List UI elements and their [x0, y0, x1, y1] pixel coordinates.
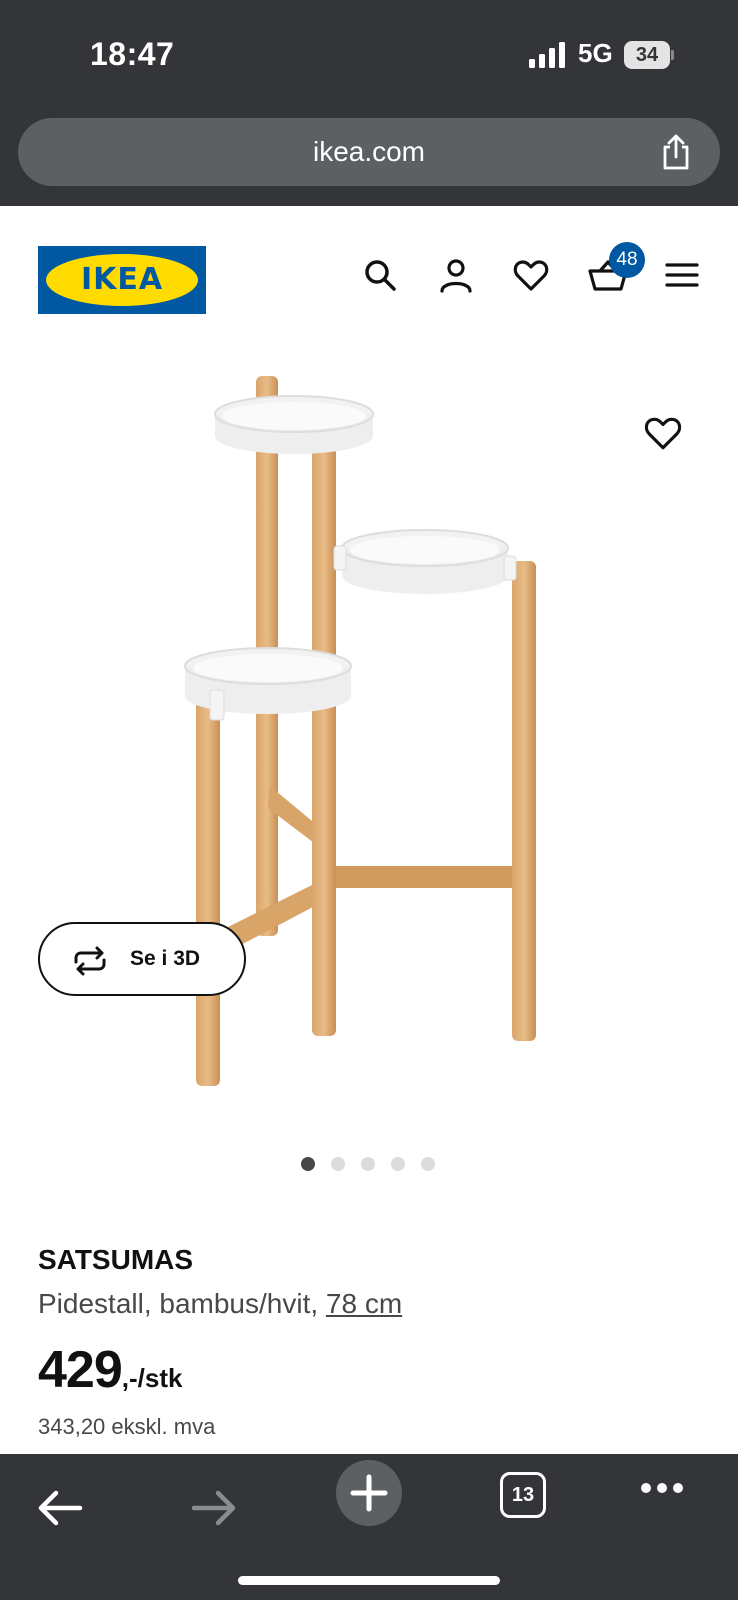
- battery-icon: 34: [624, 41, 674, 69]
- carousel-dot[interactable]: [331, 1157, 345, 1171]
- share-icon[interactable]: [656, 132, 696, 172]
- browser-address-area: ikea.com: [0, 110, 738, 206]
- rotate-3d-icon: [74, 946, 106, 976]
- carousel-dot[interactable]: [391, 1157, 405, 1171]
- view-in-3d-button[interactable]: Se i 3D: [38, 922, 246, 996]
- more-options-icon[interactable]: [636, 1478, 696, 1538]
- browser-toolbar: 13: [0, 1454, 738, 1600]
- product-size-link[interactable]: 78 cm: [326, 1288, 402, 1319]
- address-bar[interactable]: ikea.com: [18, 118, 720, 186]
- product-gallery[interactable]: Se i 3D: [0, 336, 738, 1156]
- heart-icon[interactable]: [513, 257, 549, 293]
- carousel-dot[interactable]: [301, 1157, 315, 1171]
- site-header: IKEA 48: [0, 206, 738, 336]
- cart-count-badge: 48: [609, 242, 645, 278]
- network-type: 5G: [578, 38, 613, 68]
- status-time: 18:47: [90, 36, 175, 72]
- product-name: SATSUMAS: [38, 1244, 194, 1275]
- product-type: Pidestall, bambus/hvit,: [38, 1288, 319, 1319]
- account-icon[interactable]: [438, 257, 474, 293]
- price-value: 429: [38, 1341, 123, 1399]
- view-in-3d-label: Se i 3D: [130, 947, 201, 970]
- status-bar: 18:47 5G 34: [0, 0, 738, 110]
- price-excl-vat: 343,20 ekskl. mva: [38, 1414, 216, 1439]
- ikea-logo[interactable]: IKEA: [38, 246, 206, 314]
- plus-icon: [350, 1474, 388, 1512]
- carousel-dot[interactable]: [361, 1157, 375, 1171]
- carousel-dot[interactable]: [421, 1157, 435, 1171]
- signal-icon: [529, 42, 565, 68]
- new-tab-button[interactable]: [336, 1460, 402, 1526]
- product-description: Pidestall, bambus/hvit, 78 cm: [38, 1288, 402, 1320]
- price-unit: ,-/stk: [121, 1363, 183, 1393]
- forward-arrow-icon[interactable]: [184, 1478, 244, 1538]
- product-price: 429,-/stk: [38, 1340, 182, 1400]
- carousel-indicator: [301, 1157, 441, 1171]
- back-arrow-icon[interactable]: [30, 1478, 90, 1538]
- logo-text: IKEA: [80, 262, 164, 297]
- tabs-button[interactable]: 13: [500, 1472, 546, 1518]
- add-to-favourites-icon[interactable]: [644, 414, 682, 452]
- home-indicator: [238, 1576, 500, 1585]
- menu-icon[interactable]: [664, 257, 700, 293]
- search-icon[interactable]: [362, 257, 398, 293]
- url-text[interactable]: ikea.com: [18, 118, 720, 186]
- battery-level: 34: [635, 44, 659, 66]
